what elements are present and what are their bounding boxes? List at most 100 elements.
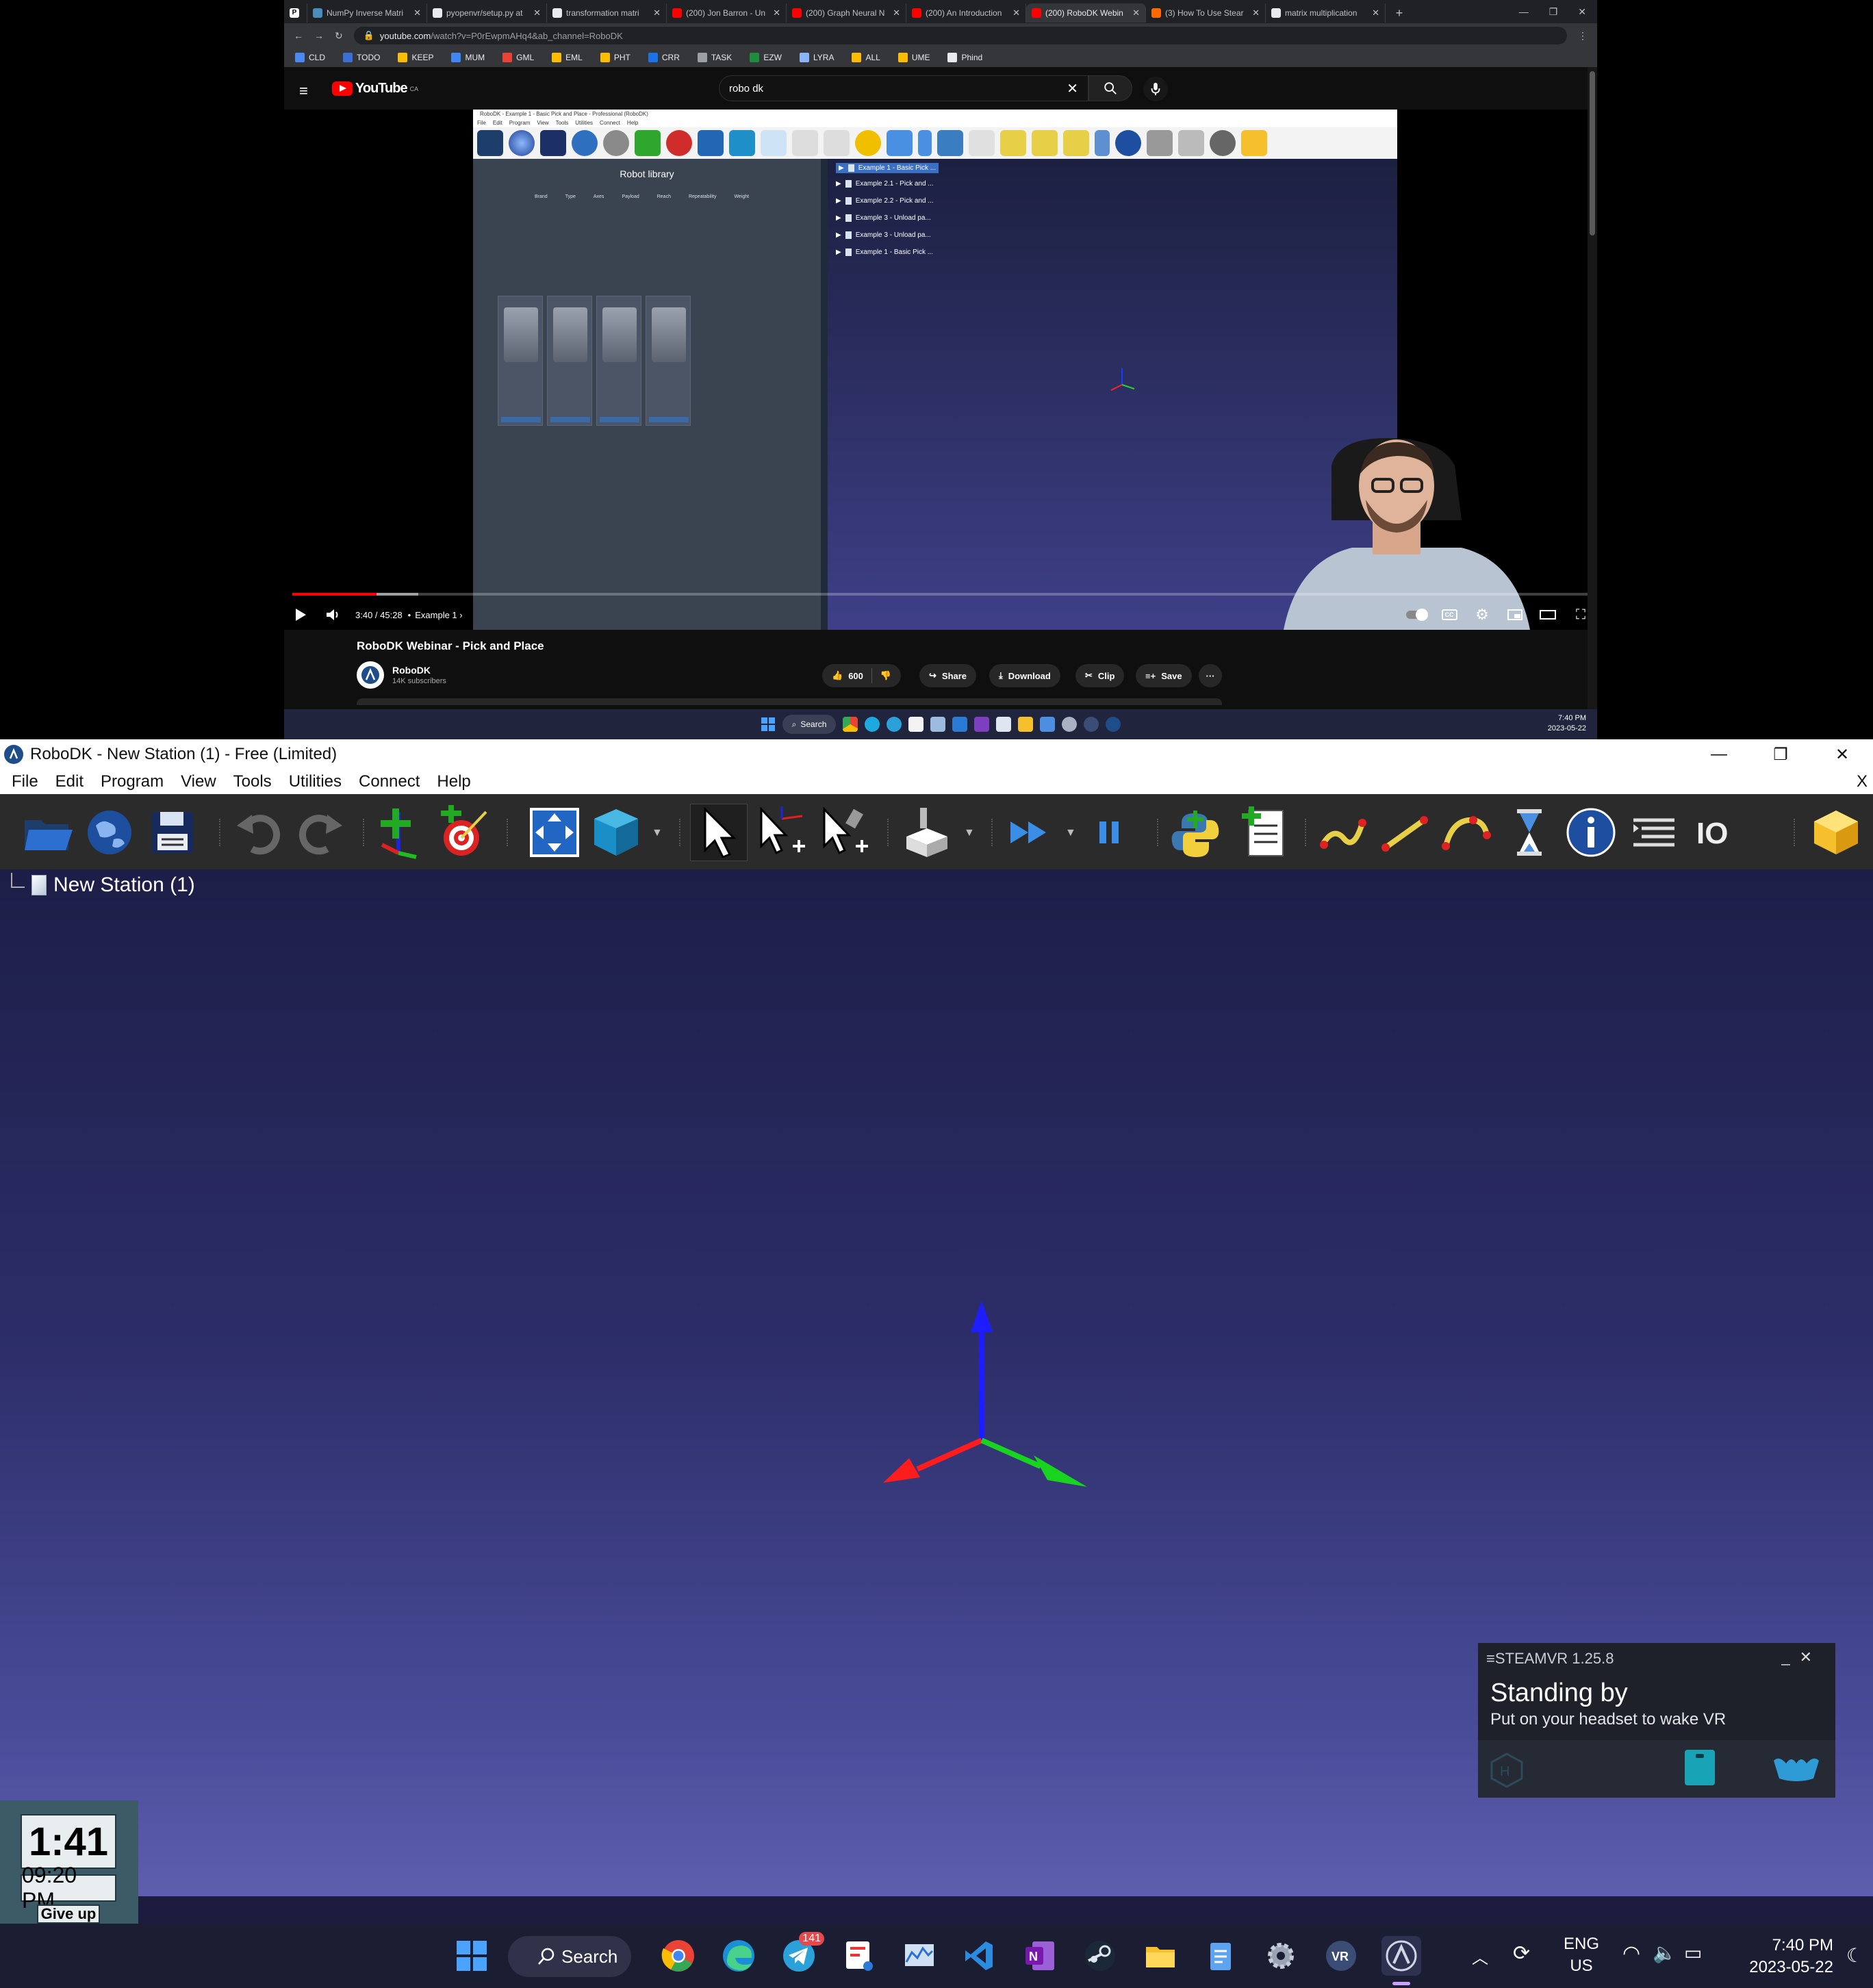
onenote-icon[interactable] bbox=[974, 717, 990, 732]
like-button[interactable]: 👍 600 👎 bbox=[822, 664, 902, 687]
circular-move-button[interactable] bbox=[1438, 804, 1495, 861]
thumbs-down-icon[interactable]: 👎 bbox=[880, 670, 891, 681]
scrollbar-thumb[interactable] bbox=[1590, 71, 1595, 235]
fit-all-button[interactable] bbox=[526, 804, 583, 861]
sync-icon[interactable]: ⟳ bbox=[1513, 1941, 1530, 1965]
run-button[interactable] bbox=[1002, 804, 1060, 861]
captions-button[interactable]: CC bbox=[1433, 600, 1466, 630]
share-button[interactable]: ↪ Share bbox=[919, 664, 977, 687]
download-button[interactable]: ⤓ Download bbox=[989, 664, 1060, 687]
chevron-down-icon[interactable]: ▼ bbox=[652, 827, 663, 839]
photos-taskbar-button[interactable] bbox=[900, 1936, 939, 1976]
chrome-taskbar-button[interactable] bbox=[659, 1936, 698, 1976]
bookmark-item[interactable]: KEEP bbox=[398, 53, 433, 62]
robodk-icon[interactable] bbox=[1106, 717, 1121, 732]
save-button[interactable] bbox=[144, 804, 201, 861]
linear-move-button[interactable] bbox=[1376, 804, 1434, 861]
program-call-button[interactable] bbox=[1625, 804, 1683, 861]
chevron-up-icon[interactable]: ︿ bbox=[1472, 1944, 1488, 1968]
youtube-search-button[interactable] bbox=[1088, 75, 1132, 101]
pause-instruction-button[interactable] bbox=[1501, 804, 1558, 861]
browser-tab[interactable]: NumPy Inverse Matri ✕ bbox=[307, 3, 427, 23]
add-reference-frame-button[interactable] bbox=[374, 804, 431, 861]
move-tool-button[interactable] bbox=[816, 804, 874, 861]
forward-icon[interactable]: → bbox=[314, 30, 324, 41]
menu-icon[interactable]: ≡ bbox=[1486, 1650, 1495, 1667]
save-button[interactable]: ≡+ Save bbox=[1136, 664, 1192, 687]
notifications-icon[interactable]: ☾ bbox=[1846, 1944, 1863, 1967]
autoplay-toggle[interactable] bbox=[1400, 600, 1433, 630]
chevron-down-icon[interactable]: ▼ bbox=[1065, 827, 1076, 839]
volume-button[interactable] bbox=[317, 600, 350, 630]
minimize-button[interactable]: — bbox=[1519, 6, 1529, 18]
headset-icon[interactable]: H bbox=[1488, 1751, 1526, 1789]
bookmark-item[interactable]: ALL bbox=[852, 53, 880, 62]
miniplayer-button[interactable] bbox=[1499, 600, 1531, 630]
tab-close-icon[interactable]: ✕ bbox=[893, 8, 900, 18]
steamvr-taskbar-button[interactable]: VR bbox=[1321, 1936, 1361, 1976]
online-library-button[interactable] bbox=[81, 804, 138, 861]
browser-tab[interactable]: pyopenvr/setup.py at ✕ bbox=[427, 3, 547, 23]
vr-icon[interactable] bbox=[1084, 717, 1099, 732]
restore-button[interactable]: ❐ bbox=[1549, 6, 1558, 18]
menu-edit[interactable]: Edit bbox=[44, 772, 89, 791]
close-button[interactable]: ✕ bbox=[1811, 739, 1873, 769]
tab-close-icon[interactable]: ✕ bbox=[1012, 8, 1020, 18]
move-reference-button[interactable] bbox=[753, 804, 811, 861]
browser-tab[interactable]: transformation matri ✕ bbox=[547, 3, 667, 23]
minimize-button[interactable]: _ bbox=[1781, 1648, 1799, 1666]
more-actions-button[interactable]: ··· bbox=[1199, 664, 1222, 687]
tab-close-icon[interactable]: ✕ bbox=[413, 8, 421, 18]
channel-name[interactable]: RoboDK bbox=[392, 665, 446, 676]
robot-card[interactable] bbox=[596, 296, 641, 426]
notepad-icon[interactable] bbox=[1040, 717, 1056, 732]
menu-help[interactable]: Help bbox=[425, 772, 476, 791]
bookmark-item[interactable]: TASK bbox=[697, 53, 732, 62]
controller-icon[interactable] bbox=[1772, 1754, 1820, 1783]
onenote-taskbar-button[interactable]: N bbox=[1020, 1936, 1060, 1976]
vscode-icon[interactable] bbox=[952, 717, 968, 732]
add-program-button[interactable] bbox=[1236, 804, 1294, 861]
station-tree-item[interactable]: New Station (1) bbox=[53, 874, 195, 897]
steam-icon[interactable] bbox=[996, 717, 1012, 732]
minimize-button[interactable]: — bbox=[1688, 739, 1750, 769]
video-progress-bar[interactable] bbox=[292, 593, 1589, 596]
snipping-taskbar-button[interactable] bbox=[839, 1936, 879, 1976]
chevron-down-icon[interactable]: ▼ bbox=[964, 827, 975, 839]
clear-search-icon[interactable]: ✕ bbox=[1067, 80, 1078, 97]
youtube-search-input[interactable]: robo dk ✕ bbox=[719, 75, 1088, 101]
address-bar[interactable]: 🔒 youtube.com/watch?v=P0rEwpmAHq4&ab_cha… bbox=[353, 27, 1567, 44]
wifi-icon[interactable]: ◠ bbox=[1622, 1941, 1640, 1965]
view-cube-button[interactable] bbox=[587, 804, 645, 861]
select-button[interactable] bbox=[690, 804, 748, 861]
menu-file[interactable]: File bbox=[0, 772, 44, 791]
browser-tab[interactable]: (200) Jon Barron - Un ✕ bbox=[667, 3, 787, 23]
menu-view[interactable]: View bbox=[169, 772, 222, 791]
edge-icon[interactable] bbox=[865, 717, 880, 732]
description-box[interactable] bbox=[357, 698, 1222, 705]
voice-search-button[interactable] bbox=[1143, 77, 1168, 101]
tab-close-icon[interactable]: ✕ bbox=[533, 8, 541, 18]
robot-card[interactable] bbox=[498, 296, 543, 426]
add-on-button[interactable] bbox=[1807, 804, 1865, 861]
bookmark-item[interactable]: Phind bbox=[947, 53, 982, 62]
menu-utilities[interactable]: Utilities bbox=[277, 772, 347, 791]
telegram-icon[interactable] bbox=[887, 717, 902, 732]
youtube-logo[interactable]: YouTube CA bbox=[332, 81, 418, 97]
vscode-taskbar-button[interactable] bbox=[960, 1936, 999, 1976]
python-program-button[interactable] bbox=[1167, 804, 1224, 861]
bookmark-item[interactable]: MUM bbox=[451, 53, 485, 62]
video-player[interactable]: RoboDK - Example 1 - Basic Pick and Plac… bbox=[284, 110, 1597, 630]
settings-button[interactable]: ⚙ bbox=[1466, 600, 1499, 630]
bookmark-item[interactable]: EZW bbox=[750, 53, 782, 62]
steam-taskbar-button[interactable] bbox=[1080, 1936, 1120, 1976]
pause-button[interactable] bbox=[1082, 804, 1139, 861]
tab-close-icon[interactable]: ✕ bbox=[1132, 8, 1140, 18]
start-button[interactable] bbox=[452, 1936, 492, 1976]
edge-taskbar-button[interactable] bbox=[719, 1936, 759, 1976]
close-station-button[interactable]: X bbox=[1857, 772, 1868, 791]
new-tab-button[interactable]: + bbox=[1386, 3, 1413, 23]
page-scrollbar[interactable] bbox=[1588, 67, 1597, 709]
open-button[interactable] bbox=[19, 804, 77, 861]
bookmark-item[interactable]: GML bbox=[502, 53, 534, 62]
